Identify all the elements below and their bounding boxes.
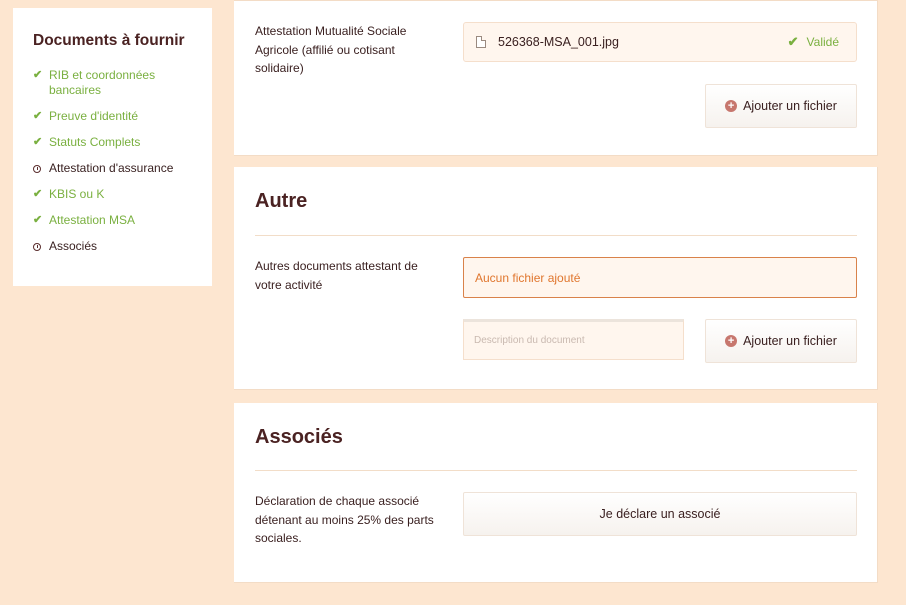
sidebar-item-msa[interactable]: ✔ Attestation MSA (33, 213, 192, 228)
uploaded-file-row[interactable]: 526368-MSA_001.jpg ✔ Validé (463, 22, 857, 62)
check-icon: ✔ (787, 34, 799, 49)
clock-icon (33, 239, 47, 254)
plus-icon: + (725, 335, 738, 347)
clock-icon (33, 161, 47, 176)
sidebar-item-assurance[interactable]: Attestation d'assurance (33, 161, 192, 176)
msa-label: Attestation Mutualité Sociale Agricole (… (255, 24, 407, 75)
sidebar-item-label: Statuts Complets (49, 135, 141, 149)
add-file-label: Ajouter un fichier (743, 334, 837, 348)
documents-sidebar: Documents à fournir ✔ RIB et coordonnées… (13, 8, 212, 286)
no-file-box[interactable]: Aucun fichier ajouté (463, 257, 857, 298)
file-name: 526368-MSA_001.jpg (498, 35, 619, 49)
file-status-label: Validé (806, 35, 839, 49)
sidebar-item-label: Attestation MSA (49, 213, 136, 227)
section-title: Associés (255, 426, 343, 448)
sidebar-item-label: RIB et coordonnées bancaires (49, 68, 156, 97)
section-title: Autre (255, 190, 308, 212)
autre-label: Autres documents attestant de votre acti… (255, 259, 418, 292)
section-divider (255, 235, 857, 236)
sidebar-item-identite[interactable]: ✔ Preuve d'identité (33, 109, 192, 124)
associes-card: Associés Déclaration de chaque associé d… (234, 403, 878, 583)
associes-label: Déclaration de chaque associé détenant a… (255, 494, 434, 545)
sidebar-item-label: Associés (49, 239, 98, 253)
add-file-label: Ajouter un fichier (743, 99, 837, 113)
check-icon: ✔ (33, 69, 43, 81)
check-icon: ✔ (33, 188, 43, 200)
sidebar-item-statuts[interactable]: ✔ Statuts Complets (33, 135, 192, 150)
declare-associate-button[interactable]: Je déclare un associé (463, 492, 857, 536)
plus-icon: + (725, 100, 738, 112)
autre-card: Autre Autres documents attestant de votr… (234, 167, 878, 390)
sidebar-item-label: Attestation d'assurance (49, 161, 174, 175)
sidebar-item-label: Preuve d'identité (49, 109, 139, 123)
check-icon: ✔ (33, 214, 43, 226)
add-file-button[interactable]: + Ajouter un fichier (705, 319, 857, 363)
sidebar-item-associes[interactable]: Associés (33, 239, 192, 254)
file-status: ✔ Validé (788, 34, 839, 50)
sidebar-title: Documents à fournir (33, 32, 185, 49)
document-description-input[interactable] (463, 319, 684, 360)
check-icon: ✔ (33, 136, 43, 148)
add-file-button[interactable]: + Ajouter un fichier (705, 84, 857, 128)
sidebar-item-kbis[interactable]: ✔ KBIS ou K (33, 187, 192, 202)
sidebar-item-rib[interactable]: ✔ RIB et coordonnées bancaires (33, 68, 192, 98)
sidebar-item-label: KBIS ou K (49, 187, 105, 201)
section-divider (255, 470, 857, 471)
check-icon: ✔ (33, 110, 43, 122)
file-icon (476, 36, 486, 48)
msa-card: Attestation Mutualité Sociale Agricole (… (234, 0, 878, 156)
